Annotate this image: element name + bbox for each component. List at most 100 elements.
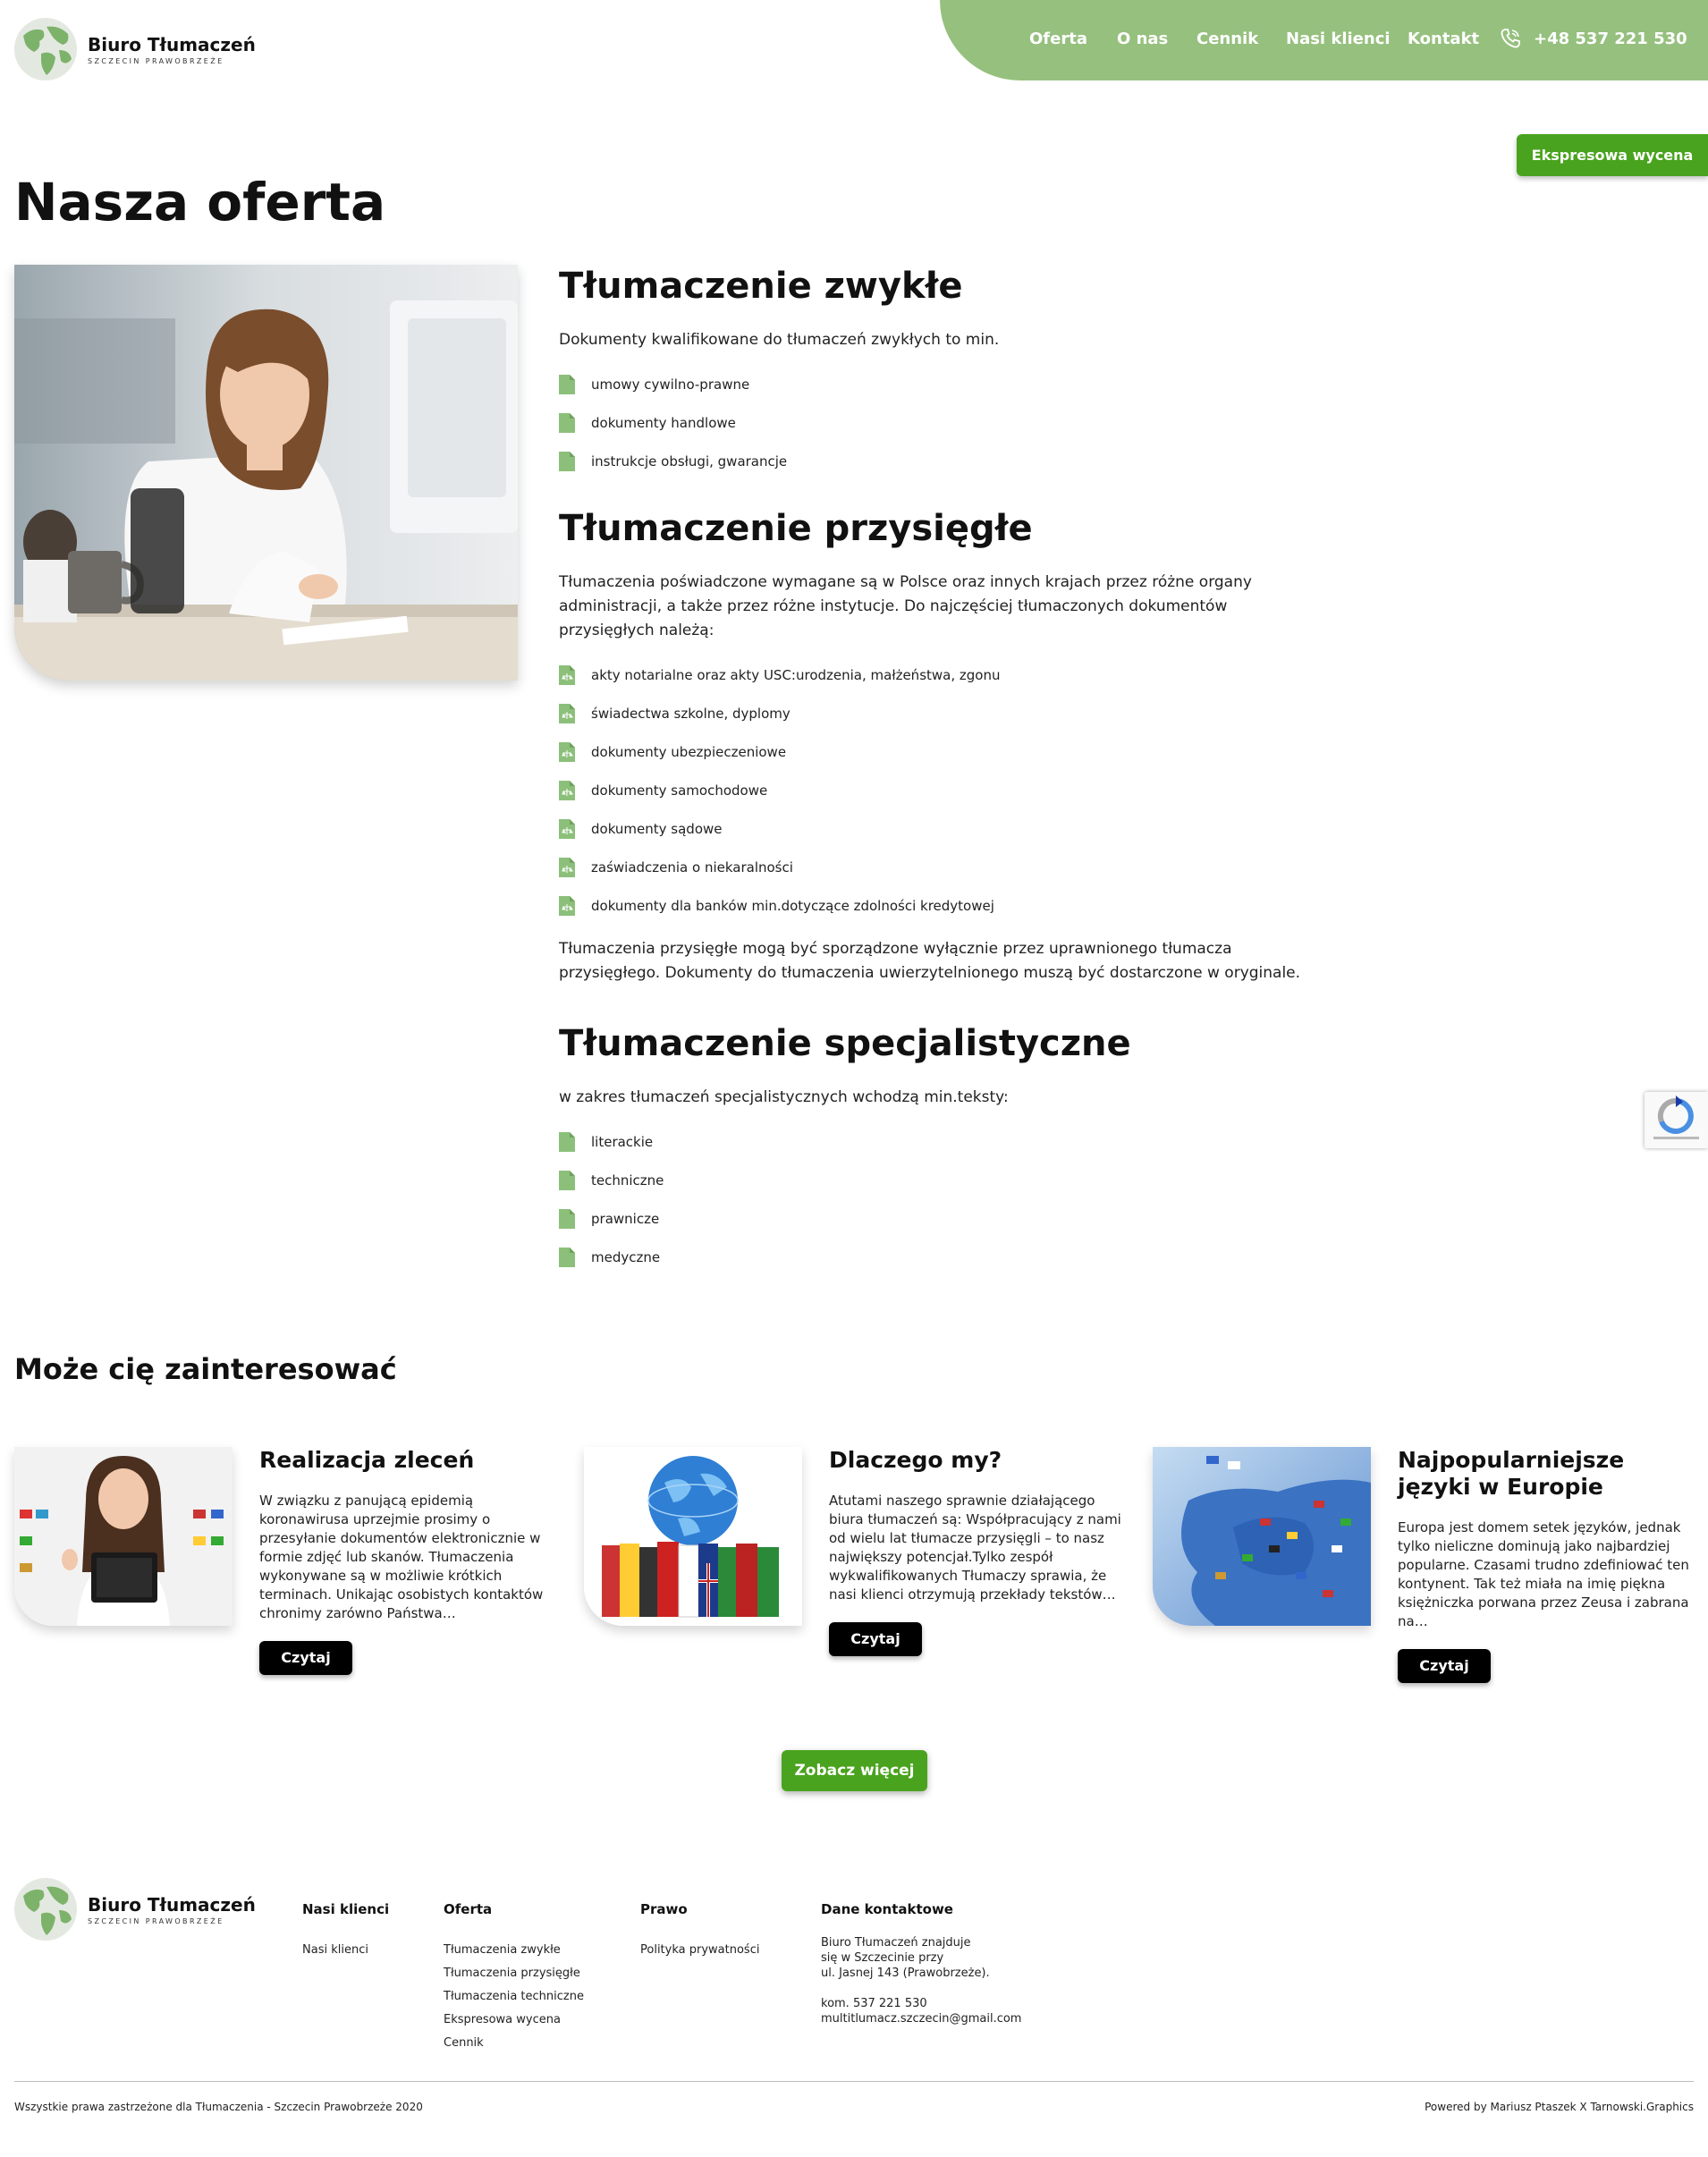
article-image-globe-books[interactable] bbox=[584, 1447, 802, 1626]
footer-link[interactable]: Cennik bbox=[444, 2032, 584, 2055]
list-item: dokumenty dla banków min.dotyczące zdoln… bbox=[559, 886, 1319, 925]
powered-by-link[interactable]: Powered by Mariusz Ptaszek X Tarnowski.G… bbox=[1425, 2101, 1694, 2113]
list-item: techniczne bbox=[559, 1161, 1319, 1199]
article-title[interactable]: Najpopularniejsze języki w Europie bbox=[1398, 1447, 1693, 1501]
read-button[interactable]: Czytaj bbox=[829, 1622, 922, 1656]
nav-cennik[interactable]: Cennik bbox=[1196, 30, 1258, 48]
logo-name: Biuro Tłumaczeń bbox=[88, 1893, 256, 1916]
interest-section-title: Może cię zainteresować bbox=[14, 1352, 397, 1386]
service-list: akty notarialne oraz akty USC:urodzenia,… bbox=[559, 656, 1319, 925]
service-title: Tłumaczenie zwykłe bbox=[559, 266, 963, 307]
see-more-button[interactable]: Zobacz więcej bbox=[782, 1750, 927, 1791]
phone-link[interactable]: +48 537 221 530 bbox=[1500, 28, 1687, 49]
footer-link[interactable]: Nasi klienci bbox=[302, 1939, 389, 1962]
article-excerpt: W związku z panującą epidemią koronawiru… bbox=[259, 1493, 544, 1621]
document-icon bbox=[559, 451, 575, 471]
list-item: literackie bbox=[559, 1122, 1319, 1161]
globe-logo-icon bbox=[14, 18, 77, 80]
article-image-europe-map-flags[interactable] bbox=[1153, 1447, 1371, 1626]
service-title: Tłumaczenie specjalistyczne bbox=[559, 1023, 1131, 1064]
footer-link[interactable]: Tłumaczenia zwykłe bbox=[444, 1939, 584, 1962]
nav-oferta[interactable]: Oferta bbox=[1029, 30, 1087, 48]
contact-email[interactable]: multitlumacz.szczecin@gmail.com bbox=[821, 2011, 1021, 2026]
legal-document-icon bbox=[559, 857, 575, 877]
article-title[interactable]: Realizacja zleceń bbox=[259, 1447, 554, 1474]
footer-heading: Oferta bbox=[444, 1901, 493, 1917]
footer-col-clients: Nasi klienci Nasi klienci bbox=[302, 1901, 389, 1962]
express-quote-button[interactable]: Ekspresowa wycena bbox=[1517, 134, 1708, 176]
footer-col-contact: Dane kontaktowe Biuro Tłumaczeń znajduje… bbox=[821, 1901, 1021, 2026]
list-item: instrukcje obsługi, gwarancje bbox=[559, 442, 1319, 480]
contact-line: Biuro Tłumaczeń znajduje bbox=[821, 1936, 971, 1950]
main-nav: Oferta O nas Cennik Nasi klienci Kontakt… bbox=[940, 0, 1708, 80]
footer-heading: Prawo bbox=[640, 1901, 688, 1917]
document-icon bbox=[559, 1247, 575, 1267]
article-excerpt: Europa jest domem setek języków, jednak … bbox=[1398, 1519, 1689, 1629]
article-image-woman-with-tablet[interactable] bbox=[14, 1447, 233, 1626]
list-item: dokumenty ubezpieczeniowe bbox=[559, 732, 1319, 771]
footer-logo[interactable]: Biuro Tłumaczeń SZCZECIN PRAWOBRZEŻE bbox=[14, 1878, 256, 1941]
service-list: literackie techniczne prawnicze medyczne bbox=[559, 1122, 1319, 1276]
nav-nasi-klienci[interactable]: Nasi klienci bbox=[1286, 30, 1391, 48]
footer-heading: Nasi klienci bbox=[302, 1901, 390, 1917]
footer-col-offer: Oferta Tłumaczenia zwykłe Tłumaczenia pr… bbox=[444, 1901, 584, 2055]
recaptcha-badge[interactable] bbox=[1645, 1092, 1708, 1148]
list-item: prawnicze bbox=[559, 1199, 1319, 1238]
list-item: medyczne bbox=[559, 1238, 1319, 1276]
footer-link[interactable]: Tłumaczenia przysięgłe bbox=[444, 1962, 584, 1985]
contact-line: ul. Jasnej 143 (Prawobrzeże). bbox=[821, 1967, 990, 1980]
hero-image-woman-on-phone bbox=[14, 265, 518, 681]
document-icon bbox=[559, 374, 575, 394]
footer-divider bbox=[14, 2081, 1694, 2082]
legal-document-icon bbox=[559, 818, 575, 839]
logo-subtitle: SZCZECIN PRAWOBRZEŻE bbox=[88, 56, 224, 65]
logo-subtitle: SZCZECIN PRAWOBRZEŻE bbox=[88, 1916, 224, 1925]
service-intro: Tłumaczenia poświadczone wymagane są w P… bbox=[559, 573, 1252, 639]
footer-link[interactable]: Tłumaczenia techniczne bbox=[444, 1985, 584, 2009]
list-item: akty notarialne oraz akty USC:urodzenia,… bbox=[559, 656, 1319, 694]
list-item: zaświadczenia o niekaralności bbox=[559, 848, 1319, 886]
copyright-text: Wszystkie prawa zastrzeżone dla Tłumacze… bbox=[14, 2101, 423, 2113]
globe-logo-icon bbox=[14, 1878, 77, 1941]
service-list: umowy cywilno-prawne dokumenty handlowe … bbox=[559, 365, 1319, 480]
recaptcha-icon bbox=[1653, 1095, 1699, 1139]
legal-document-icon bbox=[559, 895, 575, 916]
site-logo[interactable]: Biuro Tłumaczeń SZCZECIN PRAWOBRZEŻE bbox=[14, 18, 256, 80]
document-icon bbox=[559, 1131, 575, 1152]
list-item: dokumenty sądowe bbox=[559, 809, 1319, 848]
service-outro: Tłumaczenia przysięgłe mogą być sporządz… bbox=[559, 940, 1301, 982]
page-title: Nasza oferta bbox=[14, 172, 386, 233]
service-specialist: Tłumaczenie specjalistyczne w zakres tłu… bbox=[559, 1023, 1319, 1276]
article-title[interactable]: Dlaczego my? bbox=[829, 1447, 1124, 1474]
nav-o-nas[interactable]: O nas bbox=[1117, 30, 1168, 48]
phone-number: +48 537 221 530 bbox=[1534, 29, 1687, 48]
footer-link[interactable]: Polityka prywatności bbox=[640, 1939, 759, 1962]
read-button[interactable]: Czytaj bbox=[259, 1641, 352, 1675]
footer-link[interactable]: Ekspresowa wycena bbox=[444, 2009, 584, 2032]
read-button[interactable]: Czytaj bbox=[1398, 1649, 1491, 1683]
list-item: świadectwa szkolne, dyplomy bbox=[559, 694, 1319, 732]
legal-document-icon bbox=[559, 703, 575, 723]
phone-icon bbox=[1501, 29, 1520, 48]
service-intro: Dokumenty kwalifikowane do tłumaczeń zwy… bbox=[559, 331, 1000, 349]
article-excerpt: Atutami naszego sprawnie działającego bi… bbox=[829, 1493, 1121, 1603]
service-title: Tłumaczenie przysięgłe bbox=[559, 508, 1033, 549]
footer-col-law: Prawo Polityka prywatności bbox=[640, 1901, 759, 1962]
contact-phone[interactable]: kom. 537 221 530 bbox=[821, 1996, 1021, 2011]
nav-kontakt[interactable]: Kontakt bbox=[1408, 30, 1479, 48]
document-icon bbox=[559, 1208, 575, 1229]
legal-document-icon bbox=[559, 664, 575, 685]
list-item: dokumenty samochodowe bbox=[559, 771, 1319, 809]
article-card: Realizacja zleceń W związku z panującą e… bbox=[14, 1447, 569, 1688]
document-icon bbox=[559, 412, 575, 433]
legal-document-icon bbox=[559, 741, 575, 762]
article-card: Najpopularniejsze języki w Europie Europ… bbox=[1153, 1447, 1707, 1688]
service-sworn: Tłumaczenie przysięgłe Tłumaczenia poświ… bbox=[559, 508, 1319, 985]
contact-line bbox=[821, 1981, 1021, 1996]
page: Biuro Tłumaczeń SZCZECIN PRAWOBRZEŻE Ofe… bbox=[0, 0, 1708, 2157]
list-item: dokumenty handlowe bbox=[559, 403, 1319, 442]
document-icon bbox=[559, 1170, 575, 1190]
list-item: umowy cywilno-prawne bbox=[559, 365, 1319, 403]
logo-name: Biuro Tłumaczeń bbox=[88, 33, 256, 55]
article-card: Dlaczego my? Atutami naszego sprawnie dz… bbox=[584, 1447, 1138, 1688]
